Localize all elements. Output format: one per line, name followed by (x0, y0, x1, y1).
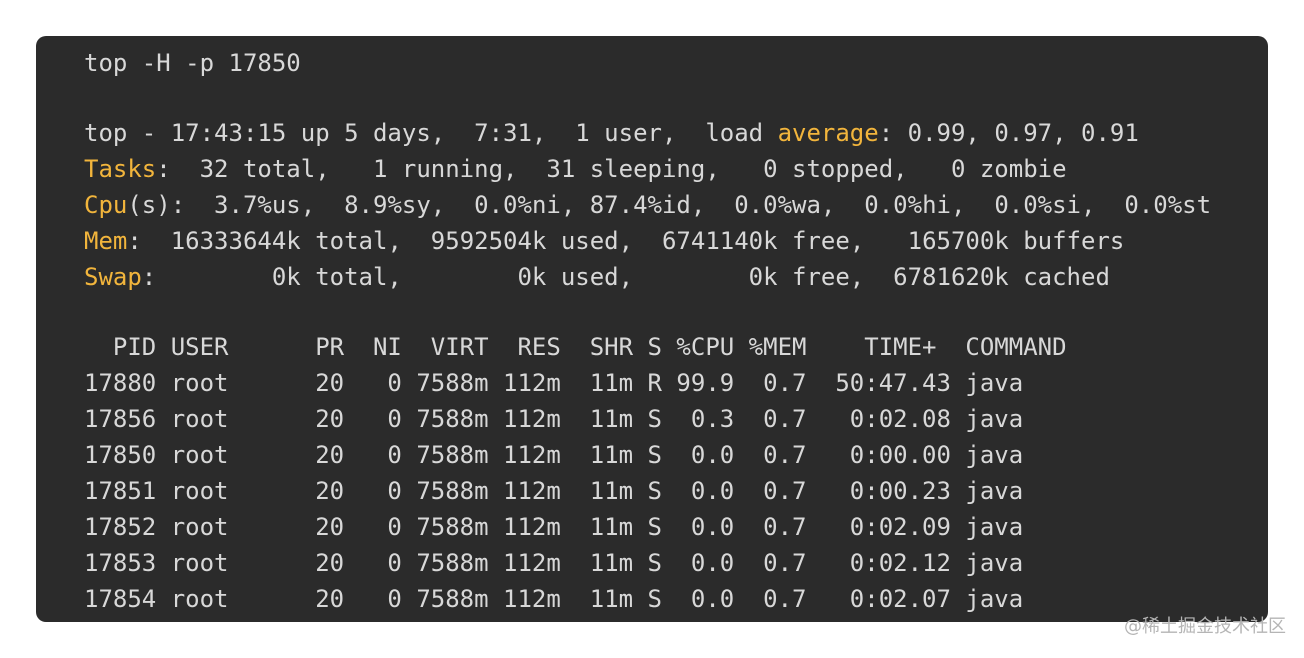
process-table-header: PID USER PR NI VIRT RES SHR S %CPU %MEM … (84, 333, 1067, 361)
mem-keyword: Mem (84, 227, 128, 255)
process-row: 17854 root 20 0 7588m 112m 11m S 0.0 0.7… (84, 585, 1024, 613)
tasks-line: Tasks: 32 total, 1 running, 31 sleeping,… (84, 151, 1067, 187)
load-average-values: : 0.99, 0.97, 0.91 (878, 119, 1139, 147)
process-row: 17850 root 20 0 7588m 112m 11m S 0.0 0.7… (84, 441, 1024, 469)
uptime-line: top - 17:43:15 up 5 days, 7:31, 1 user, … (84, 115, 1139, 151)
uptime-text: top - 17:43:15 up 5 days, 7:31, 1 user, … (84, 119, 778, 147)
cpu-line: Cpu(s): 3.7%us, 8.9%sy, 0.0%ni, 87.4%id,… (84, 187, 1211, 223)
process-row: 17853 root 20 0 7588m 112m 11m S 0.0 0.7… (84, 549, 1024, 577)
mem-values: : 16333644k total, 9592504k used, 674114… (127, 227, 1125, 255)
process-row: 17856 root 20 0 7588m 112m 11m S 0.3 0.7… (84, 405, 1024, 433)
mem-line: Mem: 16333644k total, 9592504k used, 674… (84, 223, 1124, 259)
tasks-keyword: Tasks (84, 155, 157, 183)
cpu-values: (s): 3.7%us, 8.9%sy, 0.0%ni, 87.4%id, 0.… (127, 191, 1212, 219)
terminal-window: top -H -p 17850 top - 17:43:15 up 5 days… (36, 36, 1268, 622)
cpu-keyword: Cpu (84, 191, 128, 219)
command-line: top -H -p 17850 (84, 49, 301, 77)
process-row: 17852 root 20 0 7588m 112m 11m S 0.0 0.7… (84, 513, 1024, 541)
swap-values: : 0k total, 0k used, 0k free, 6781620k c… (141, 263, 1110, 291)
watermark: @稀土掘金技术社区 (1124, 616, 1286, 637)
tasks-values: : 32 total, 1 running, 31 sleeping, 0 st… (156, 155, 1067, 183)
swap-line: Swap: 0k total, 0k used, 0k free, 678162… (84, 259, 1110, 295)
load-average-keyword: average (777, 119, 879, 147)
swap-keyword: Swap (84, 263, 142, 291)
process-row: 17880 root 20 0 7588m 112m 11m R 99.9 0.… (84, 369, 1024, 397)
process-row: 17851 root 20 0 7588m 112m 11m S 0.0 0.7… (84, 477, 1024, 505)
